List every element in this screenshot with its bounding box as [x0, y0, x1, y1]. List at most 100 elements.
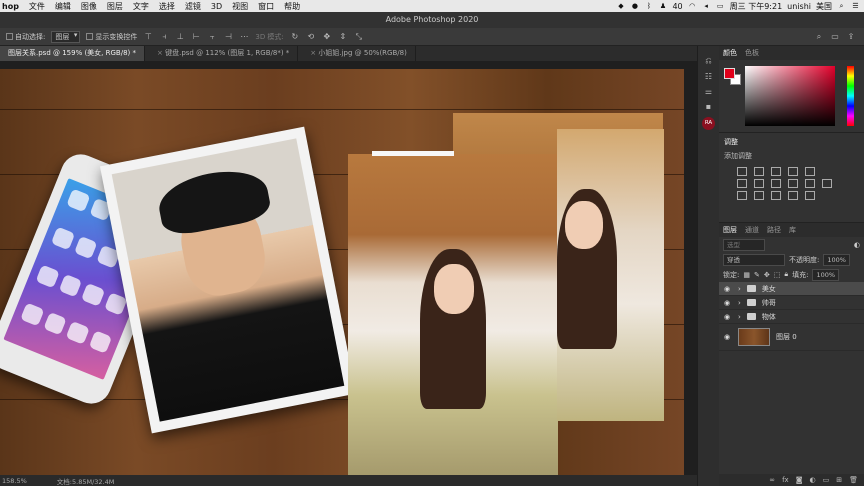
input-method[interactable]: 美国: [816, 1, 832, 12]
menu-window[interactable]: 窗口: [253, 1, 279, 12]
tab-channels[interactable]: 通道: [745, 223, 759, 237]
layer-row[interactable]: ◉ › 美女: [719, 282, 864, 296]
canvas-area[interactable]: [0, 61, 697, 475]
menu-type[interactable]: 文字: [128, 1, 154, 12]
doc-size[interactable]: 文档:5.85M/32.4M: [57, 476, 115, 486]
selective-color-icon[interactable]: [805, 191, 815, 200]
exposure-icon[interactable]: [788, 167, 798, 176]
tab-libraries[interactable]: 库: [789, 223, 796, 237]
visibility-eye-icon[interactable]: ◉: [724, 285, 732, 293]
visibility-eye-icon[interactable]: ◉: [724, 313, 732, 321]
scale-3d-icon[interactable]: ⤡: [354, 32, 364, 42]
history-icon[interactable]: ⎌: [705, 56, 711, 66]
volume-icon[interactable]: ◂: [702, 2, 711, 10]
tab-layer-relations[interactable]: 图层关系.psd @ 159% (美女, RGB/8) *: [0, 46, 145, 61]
link-icon[interactable]: ∞: [769, 476, 775, 484]
menu-file[interactable]: 文件: [24, 1, 50, 12]
tab-paths[interactable]: 路径: [767, 223, 781, 237]
wechat-icon[interactable]: ●: [630, 2, 639, 10]
blend-mode-dropdown[interactable]: 穿透: [723, 253, 785, 266]
show-transform-toggle[interactable]: 显示变换控件: [86, 32, 137, 42]
hue-slider[interactable]: [847, 66, 854, 126]
girl-photo-main[interactable]: [348, 154, 558, 475]
trash-icon[interactable]: 🗑︎: [849, 476, 858, 484]
mask-icon[interactable]: ◙: [796, 476, 803, 484]
layer-row[interactable]: ◉ › 物体: [719, 310, 864, 324]
menu-help[interactable]: 帮助: [279, 1, 305, 12]
menu-image[interactable]: 图像: [76, 1, 102, 12]
curves-icon[interactable]: [771, 167, 781, 176]
menu-3d[interactable]: 3D: [206, 2, 227, 11]
black-white-icon[interactable]: [771, 179, 781, 188]
fill-input[interactable]: 100%: [812, 268, 840, 281]
visibility-eye-icon[interactable]: ◉: [724, 333, 732, 341]
folder-icon[interactable]: ▭: [823, 476, 830, 484]
align-bottom-icon[interactable]: ⊥: [175, 32, 185, 42]
threshold-icon[interactable]: [771, 191, 781, 200]
document-canvas[interactable]: [0, 69, 684, 475]
auto-select-checkbox[interactable]: [6, 33, 13, 40]
menu-edit[interactable]: 编辑: [50, 1, 76, 12]
align-left-icon[interactable]: ⊢: [191, 32, 201, 42]
more-options-icon[interactable]: ⋯: [239, 32, 249, 42]
new-layer-icon[interactable]: ⊞: [836, 476, 842, 484]
battery-level[interactable]: 40: [672, 2, 682, 11]
filter-toggle-icon[interactable]: ◐: [854, 241, 860, 249]
levels-icon[interactable]: [754, 167, 764, 176]
visibility-eye-icon[interactable]: ◉: [724, 299, 732, 307]
bluetooth-icon[interactable]: ᛒ: [644, 2, 653, 10]
auto-select-dropdown[interactable]: 图层: [51, 30, 81, 43]
avatar[interactable]: RA: [702, 117, 715, 130]
man-photo[interactable]: [99, 126, 357, 434]
tab-layers[interactable]: 图层: [723, 223, 737, 237]
hue-saturation-icon[interactable]: [737, 179, 747, 188]
app-menu[interactable]: hop: [0, 2, 24, 11]
foreground-color-swatch[interactable]: [724, 68, 735, 79]
properties-icon[interactable]: ☷: [705, 72, 712, 81]
tab-keyboard[interactable]: × 键盘.psd @ 112% (图层 1, RGB/8*) *: [145, 46, 299, 61]
girl-photo-right[interactable]: [557, 129, 664, 421]
lock-all-icon[interactable]: 🔒︎: [784, 270, 788, 279]
tab-swatches[interactable]: 色板: [745, 46, 759, 60]
dropbox-icon[interactable]: ◆: [616, 2, 625, 10]
align-middle-icon[interactable]: ⫞: [159, 32, 169, 42]
zoom-level[interactable]: 158.5%: [2, 477, 27, 485]
wifi-icon[interactable]: ◠: [688, 2, 697, 10]
pan-3d-icon[interactable]: ✥: [322, 32, 332, 42]
expand-arrow-icon[interactable]: ›: [738, 285, 741, 293]
close-icon[interactable]: ×: [157, 49, 163, 57]
tab-color[interactable]: 颜色: [723, 46, 737, 60]
expand-arrow-icon[interactable]: ›: [738, 299, 741, 307]
control-center-icon[interactable]: ☰: [851, 2, 860, 10]
share-icon[interactable]: ⇪: [846, 32, 856, 42]
channel-mixer-icon[interactable]: [805, 179, 815, 188]
auto-select-toggle[interactable]: 自动选择:: [6, 32, 45, 42]
swatch-icon[interactable]: ▪: [706, 102, 711, 111]
color-spectrum[interactable]: [745, 66, 835, 126]
align-center-icon[interactable]: ⫟: [207, 32, 217, 42]
posterize-icon[interactable]: [754, 191, 764, 200]
opacity-input[interactable]: 100%: [823, 253, 850, 266]
color-balance-icon[interactable]: [754, 179, 764, 188]
qq-icon[interactable]: ♟: [658, 2, 667, 10]
roll-3d-icon[interactable]: ⟲: [306, 32, 316, 42]
show-transform-checkbox[interactable]: [86, 33, 94, 40]
brightness-icon[interactable]: [737, 167, 747, 176]
clock[interactable]: 周三 下午9:21: [730, 1, 783, 12]
layer-row[interactable]: ◉ › 帅哥: [719, 296, 864, 310]
lock-artboard-icon[interactable]: ⬚: [774, 271, 781, 279]
gradient-map-icon[interactable]: [788, 191, 798, 200]
expand-arrow-icon[interactable]: ›: [738, 313, 741, 321]
rotate-3d-icon[interactable]: ↻: [290, 32, 300, 42]
lock-pixels-icon[interactable]: ▦: [743, 271, 750, 279]
align-right-icon[interactable]: ⊣: [223, 32, 233, 42]
fx-icon[interactable]: fx: [782, 476, 789, 484]
user-name[interactable]: unishi: [787, 2, 811, 11]
menu-filter[interactable]: 滤镜: [180, 1, 206, 12]
menu-view[interactable]: 视图: [227, 1, 253, 12]
menu-select[interactable]: 选择: [154, 1, 180, 12]
battery-icon[interactable]: ▭: [716, 2, 725, 10]
search-icon[interactable]: ⌕: [837, 2, 846, 10]
vibrance-icon[interactable]: [805, 167, 815, 176]
align-top-icon[interactable]: ⊤: [143, 32, 153, 42]
